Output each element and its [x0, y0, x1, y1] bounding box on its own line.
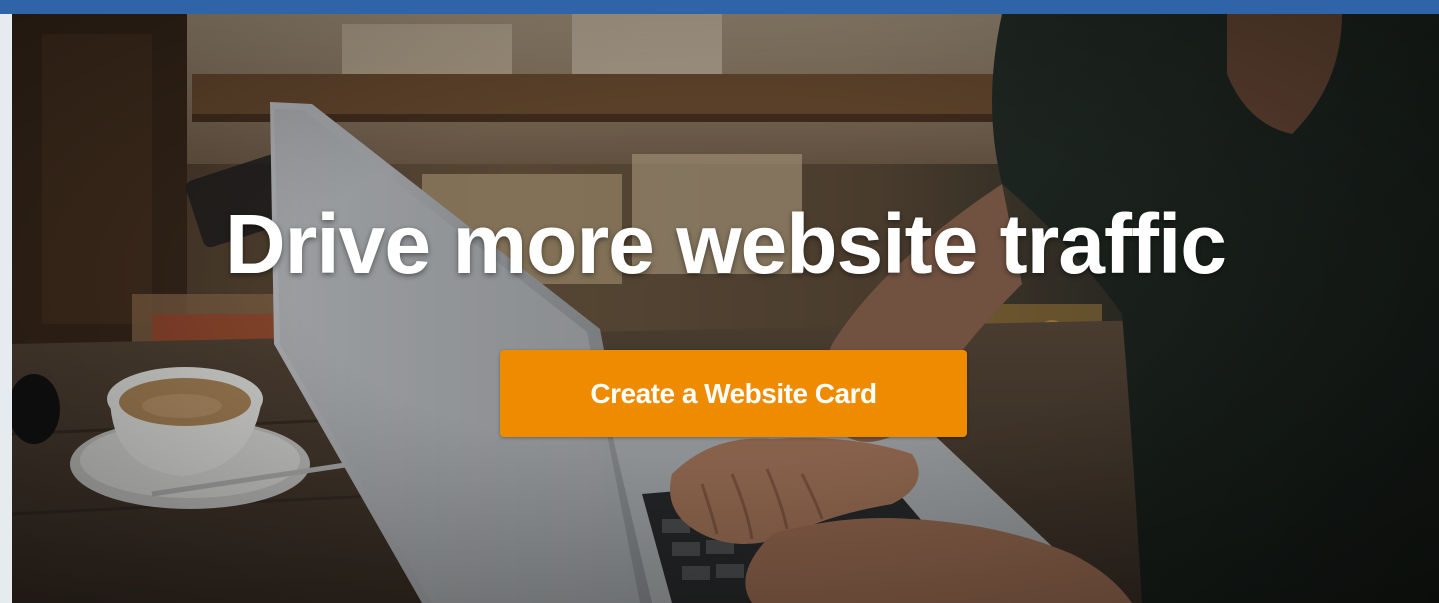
hero-banner: Drive more website traffic Create a Webs…: [12, 14, 1439, 603]
top-accent-bar: [0, 0, 1439, 14]
website-card-promo: Drive more website traffic Create a Webs…: [0, 0, 1439, 603]
left-gutter: [0, 14, 12, 603]
hero-background-photo: [12, 14, 1439, 603]
create-website-card-button[interactable]: Create a Website Card: [500, 350, 967, 437]
hero-headline: Drive more website traffic: [224, 197, 1227, 291]
